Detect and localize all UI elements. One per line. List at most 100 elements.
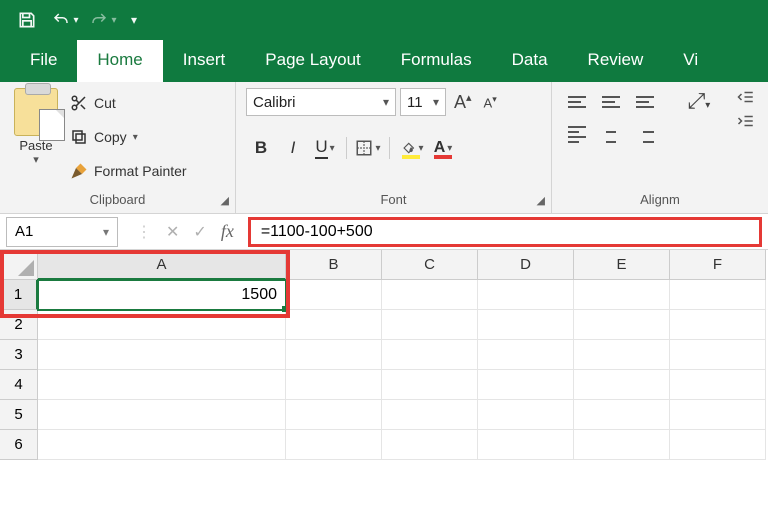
ribbon: Paste ▾ Cut Copy ▾ Format Painter [0,82,768,214]
save-button[interactable] [10,5,44,35]
cell-c5[interactable] [382,400,478,430]
orientation-button[interactable]: ⤢▾ [678,88,720,114]
increase-font-button[interactable]: A▴ [450,91,476,113]
cell-e4[interactable] [574,370,670,400]
cell-d2[interactable] [478,310,574,340]
row-header-6[interactable]: 6 [0,430,38,460]
align-right-button[interactable] [630,120,660,148]
formula-input[interactable]: =1100-100+500 [248,217,762,247]
cell-f3[interactable] [670,340,766,370]
align-middle-button[interactable] [596,88,626,116]
name-box[interactable]: A1 ▾ [6,217,118,247]
tab-view[interactable]: Vi [663,40,718,82]
decrease-indent-button[interactable] [736,88,756,106]
cell-e1[interactable] [574,280,670,310]
fx-button[interactable]: fx [221,221,234,242]
font-name-value: Calibri [253,94,296,111]
align-bottom-button[interactable] [630,88,660,116]
redo-button[interactable]: ▾ [86,5,120,35]
cell-c4[interactable] [382,370,478,400]
italic-button[interactable]: I [278,134,308,162]
select-all-corner[interactable] [0,250,38,280]
cell-b5[interactable] [286,400,382,430]
cell-e2[interactable] [574,310,670,340]
tab-review[interactable]: Review [568,40,664,82]
row-header-3[interactable]: 3 [0,340,38,370]
cell-d3[interactable] [478,340,574,370]
column-header-c[interactable]: C [382,250,478,280]
copy-button[interactable]: Copy ▾ [70,122,187,152]
cell-b2[interactable] [286,310,382,340]
cell-f6[interactable] [670,430,766,460]
cell-b6[interactable] [286,430,382,460]
cell-a3[interactable] [38,340,286,370]
cell-b1[interactable] [286,280,382,310]
cell-e3[interactable] [574,340,670,370]
enter-formula-button[interactable]: ✓ [193,222,206,242]
cell-f1[interactable] [670,280,766,310]
cell-a6[interactable] [38,430,286,460]
row-header-2[interactable]: 2 [0,310,38,340]
borders-button[interactable]: ▾ [353,134,383,162]
cut-label: Cut [94,95,116,111]
row-header-1[interactable]: 1 [0,280,38,310]
cell-c6[interactable] [382,430,478,460]
decrease-font-button[interactable]: A▾ [480,94,501,110]
row-header-4[interactable]: 4 [0,370,38,400]
chevron-down-icon: ▾ [131,13,137,27]
cell-e5[interactable] [574,400,670,430]
cell-b3[interactable] [286,340,382,370]
tab-data[interactable]: Data [492,40,568,82]
cell-a5[interactable] [38,400,286,430]
align-top-button[interactable] [562,88,592,116]
cell-f2[interactable] [670,310,766,340]
format-painter-label: Format Painter [94,163,187,179]
cell-a2[interactable] [38,310,286,340]
cell-a1[interactable]: 1500 [38,280,286,310]
column-header-f[interactable]: F [670,250,766,280]
cell-d4[interactable] [478,370,574,400]
dialog-launcher-icon[interactable]: ◢ [537,194,545,207]
undo-button[interactable]: ▾ [48,5,82,35]
column-header-e[interactable]: E [574,250,670,280]
cell-e6[interactable] [574,430,670,460]
tab-formulas[interactable]: Formulas [381,40,492,82]
cell-d1[interactable] [478,280,574,310]
dialog-launcher-icon[interactable]: ◢ [221,194,229,207]
column-header-b[interactable]: B [286,250,382,280]
dropdown-arrow-icon: ▾ [330,143,335,154]
column-header-d[interactable]: D [478,250,574,280]
tab-file[interactable]: File [10,40,77,82]
paste-button[interactable]: Paste ▾ [10,88,62,166]
increase-indent-button[interactable] [736,112,756,130]
format-painter-button[interactable]: Format Painter [70,156,187,186]
cell-d6[interactable] [478,430,574,460]
tab-home[interactable]: Home [77,40,162,82]
ribbon-tabs: File Home Insert Page Layout Formulas Da… [0,40,768,82]
cut-button[interactable]: Cut [70,88,187,118]
tab-page-layout[interactable]: Page Layout [245,40,380,82]
cell-f4[interactable] [670,370,766,400]
cell-c1[interactable] [382,280,478,310]
tab-insert[interactable]: Insert [163,40,246,82]
dropdown-arrow-icon[interactable]: ▾ [10,153,62,166]
column-header-a[interactable]: A [38,250,286,280]
cell-b4[interactable] [286,370,382,400]
cancel-formula-button[interactable]: ✕ [166,222,179,242]
cell-f5[interactable] [670,400,766,430]
font-color-button[interactable]: A ▾ [428,134,458,162]
bold-button[interactable]: B [246,134,276,162]
cell-c3[interactable] [382,340,478,370]
font-size-combo[interactable]: 11 ▾ [400,88,446,116]
cell-a4[interactable] [38,370,286,400]
cell-c2[interactable] [382,310,478,340]
dropdown-arrow-icon[interactable]: ▾ [133,132,138,143]
fill-color-button[interactable]: ▾ [396,134,426,162]
cell-d5[interactable] [478,400,574,430]
underline-button[interactable]: U▾ [310,134,340,162]
align-center-button[interactable] [596,120,626,148]
align-left-button[interactable] [562,120,592,148]
customize-qat-button[interactable]: ▾ [124,5,144,35]
row-header-5[interactable]: 5 [0,400,38,430]
font-name-combo[interactable]: Calibri ▾ [246,88,396,116]
